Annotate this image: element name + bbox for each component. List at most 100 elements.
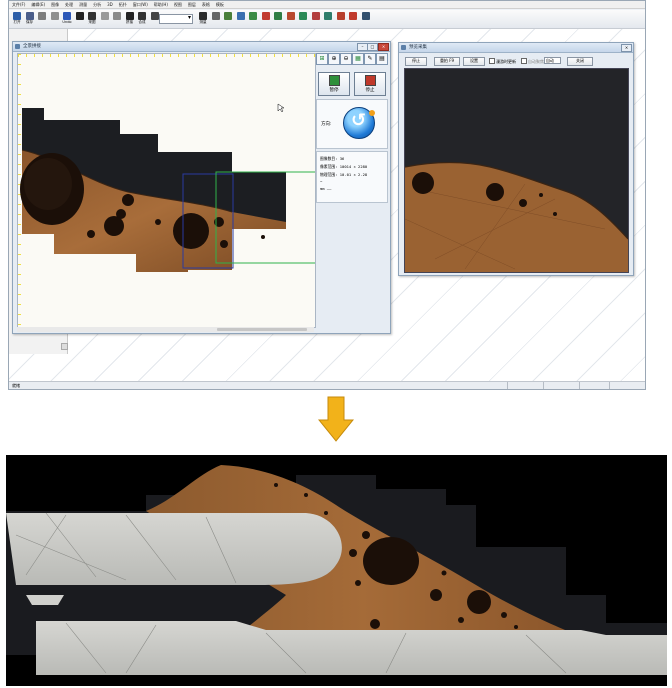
- toolbar-button[interactable]: 测量: [197, 12, 209, 26]
- menu-item[interactable]: 图像: [51, 2, 59, 8]
- menu-item[interactable]: 图层: [188, 2, 196, 8]
- info-image-count: 图像数目: 36: [320, 156, 345, 161]
- toolbar-button-label: Undo: [62, 20, 72, 24]
- left-pane-splitter[interactable]: [61, 343, 68, 350]
- preview-window-titlebar[interactable]: 预览采集 ×: [399, 43, 633, 53]
- stitch-canvas[interactable]: [17, 53, 316, 328]
- close-preview-button[interactable]: 关闭: [567, 57, 593, 66]
- stop-button[interactable]: 停止: [354, 72, 386, 96]
- auto-update-label: 漫游时更新: [496, 59, 516, 64]
- toolbar-button[interactable]: 保存: [24, 12, 36, 26]
- status-cell: [579, 382, 610, 389]
- menu-item[interactable]: 拓扑: [119, 2, 127, 8]
- toolbar-button[interactable]: [49, 12, 61, 26]
- camera-icon: [75, 12, 84, 20]
- stop-icon: [364, 75, 376, 86]
- close-button[interactable]: ×: [621, 44, 632, 52]
- toolbar-button[interactable]: [297, 12, 309, 26]
- pen-icon[interactable]: ✎: [364, 53, 376, 65]
- toolbar-button[interactable]: [310, 12, 322, 26]
- toolbar-button[interactable]: [99, 12, 111, 26]
- toolbar-button[interactable]: [360, 12, 372, 26]
- menu-item[interactable]: 文件(F): [12, 2, 25, 8]
- stitch-window: 全景拼接 – □ × ⊞ ⊕ ⊖ ▦ ✎ ▤ 暂停 停止 方向: ↺ 图像数目:…: [12, 41, 391, 334]
- capture-icon: [88, 12, 96, 20]
- toolbar-button[interactable]: [247, 12, 259, 26]
- menu-item[interactable]: 视图: [174, 2, 182, 8]
- direction-label: 方向:: [321, 122, 332, 127]
- toolbar-button[interactable]: [111, 12, 123, 26]
- menu-item[interactable]: 3D: [107, 2, 113, 7]
- stitch-window-titlebar[interactable]: 全景拼接 – □ ×: [13, 42, 390, 52]
- toolbar-button[interactable]: 拼接: [124, 12, 136, 26]
- preview-window-title: 预览采集: [409, 45, 427, 50]
- menu-item[interactable]: 处理: [65, 2, 73, 8]
- toolbar-button[interactable]: [235, 12, 247, 26]
- open-icon: [13, 12, 21, 20]
- zoom-combo[interactable]: [159, 14, 193, 24]
- autofocus-checkbox[interactable]: 自动聚焦: [521, 58, 544, 65]
- info-extra: …: [320, 178, 323, 183]
- menu-item[interactable]: 模板: [216, 2, 224, 8]
- toolbar-button[interactable]: [74, 12, 86, 26]
- toolbar-button[interactable]: [285, 12, 297, 26]
- status-text: 就绪: [12, 383, 20, 388]
- map-icon: [249, 12, 257, 20]
- rgb-icon: [236, 12, 245, 20]
- direction-panel: 方向:: [316, 99, 388, 149]
- zoom-out-icon[interactable]: ⊖: [340, 53, 352, 65]
- toolbar-button[interactable]: [36, 12, 48, 26]
- paste-icon: [50, 12, 59, 20]
- toolbar-button-label: 拼接: [126, 20, 133, 24]
- toolbar-button[interactable]: [149, 12, 161, 26]
- pause-button[interactable]: 暂停: [318, 72, 350, 96]
- toolbar-button[interactable]: [272, 12, 284, 26]
- menu-item[interactable]: 帮助(H): [154, 2, 168, 8]
- menu-item[interactable]: 分析: [93, 2, 101, 8]
- window-icon: [15, 44, 20, 49]
- toolbar-button[interactable]: [210, 12, 222, 26]
- toolbar-button[interactable]: 采图: [86, 12, 98, 26]
- pause-label: 暂停: [329, 88, 339, 93]
- menu-item[interactable]: 窗口(W): [133, 2, 148, 8]
- zoom-in-icon[interactable]: ⊕: [328, 53, 340, 65]
- grid-icon: [286, 12, 295, 20]
- stitch-info-panel: 图像数目: 36 像素范围: 10014 × 2280 物理范围: 10.01 …: [316, 151, 388, 203]
- stop-label: 停止: [365, 88, 375, 93]
- toolbar-button[interactable]: [260, 12, 272, 26]
- close-button[interactable]: ×: [378, 43, 389, 51]
- auto-update-checkbox[interactable]: 漫游时更新: [489, 58, 516, 65]
- toolbar-button-label: 打开: [13, 20, 21, 24]
- toolbar-button[interactable]: [335, 12, 347, 26]
- checkbox-box: [521, 58, 527, 64]
- layers-icon[interactable]: ▤: [376, 53, 388, 65]
- toolbar-button[interactable]: Undo: [61, 12, 73, 26]
- toolbar-button[interactable]: 打开: [11, 12, 23, 26]
- menu-item[interactable]: 表格: [202, 2, 210, 8]
- scrollbar-thumb[interactable]: [217, 328, 307, 331]
- toolbar-button[interactable]: [347, 12, 359, 26]
- grid-view-icon[interactable]: ▦: [352, 53, 364, 65]
- rainbow-icon: [349, 12, 357, 20]
- merge-icon: [138, 12, 146, 20]
- report-icon: [361, 12, 370, 20]
- stop-preview-button[interactable]: 停止: [405, 57, 427, 66]
- mode-select[interactable]: 自动: [544, 57, 561, 64]
- copy-icon: [38, 12, 46, 20]
- settings-button[interactable]: 设置: [463, 57, 485, 66]
- live-preview-image: [404, 68, 629, 273]
- menu-item[interactable]: 编辑(E): [31, 2, 45, 8]
- toolbar-button[interactable]: 合成: [136, 12, 148, 26]
- maximize-button[interactable]: □: [367, 43, 378, 51]
- recapture-button[interactable]: 重拍 F9: [434, 57, 460, 66]
- horizontal-scrollbar[interactable]: [17, 327, 314, 332]
- status-cell: [507, 382, 544, 389]
- checkbox-box: [489, 58, 495, 64]
- info-units: mm ——: [320, 186, 332, 191]
- menu-item[interactable]: 测量: [79, 2, 87, 8]
- toolbar-button[interactable]: [322, 12, 334, 26]
- undo-icon: [63, 12, 71, 20]
- toolbar-button[interactable]: [222, 12, 234, 26]
- flag-icon: [274, 12, 282, 20]
- zoom-fit-icon[interactable]: ⊞: [316, 53, 328, 65]
